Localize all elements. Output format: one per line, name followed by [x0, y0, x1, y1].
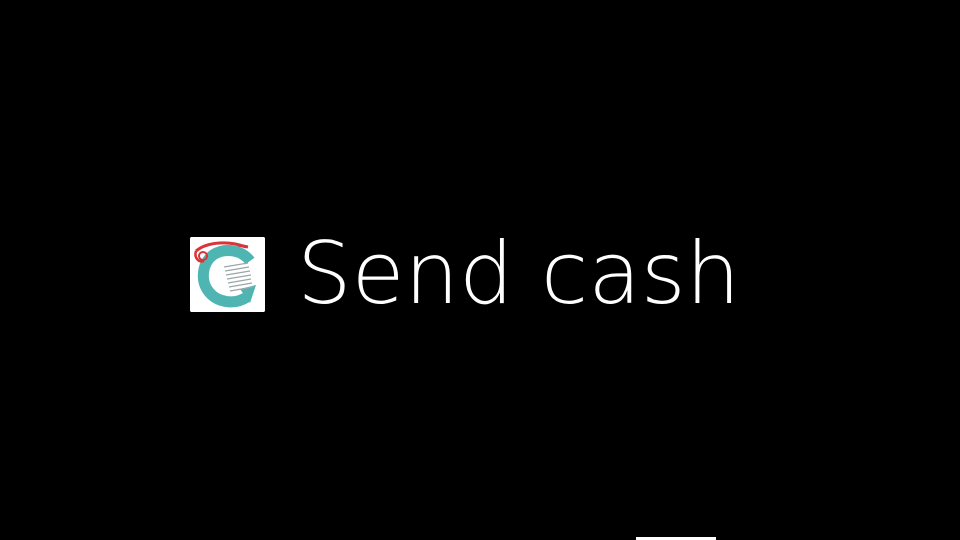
glass-screen: Send cash	[0, 0, 960, 540]
menu-card[interactable]: Send cash	[190, 226, 740, 322]
glass-coin-icon	[190, 236, 265, 312]
card-title: Send cash	[297, 224, 741, 324]
